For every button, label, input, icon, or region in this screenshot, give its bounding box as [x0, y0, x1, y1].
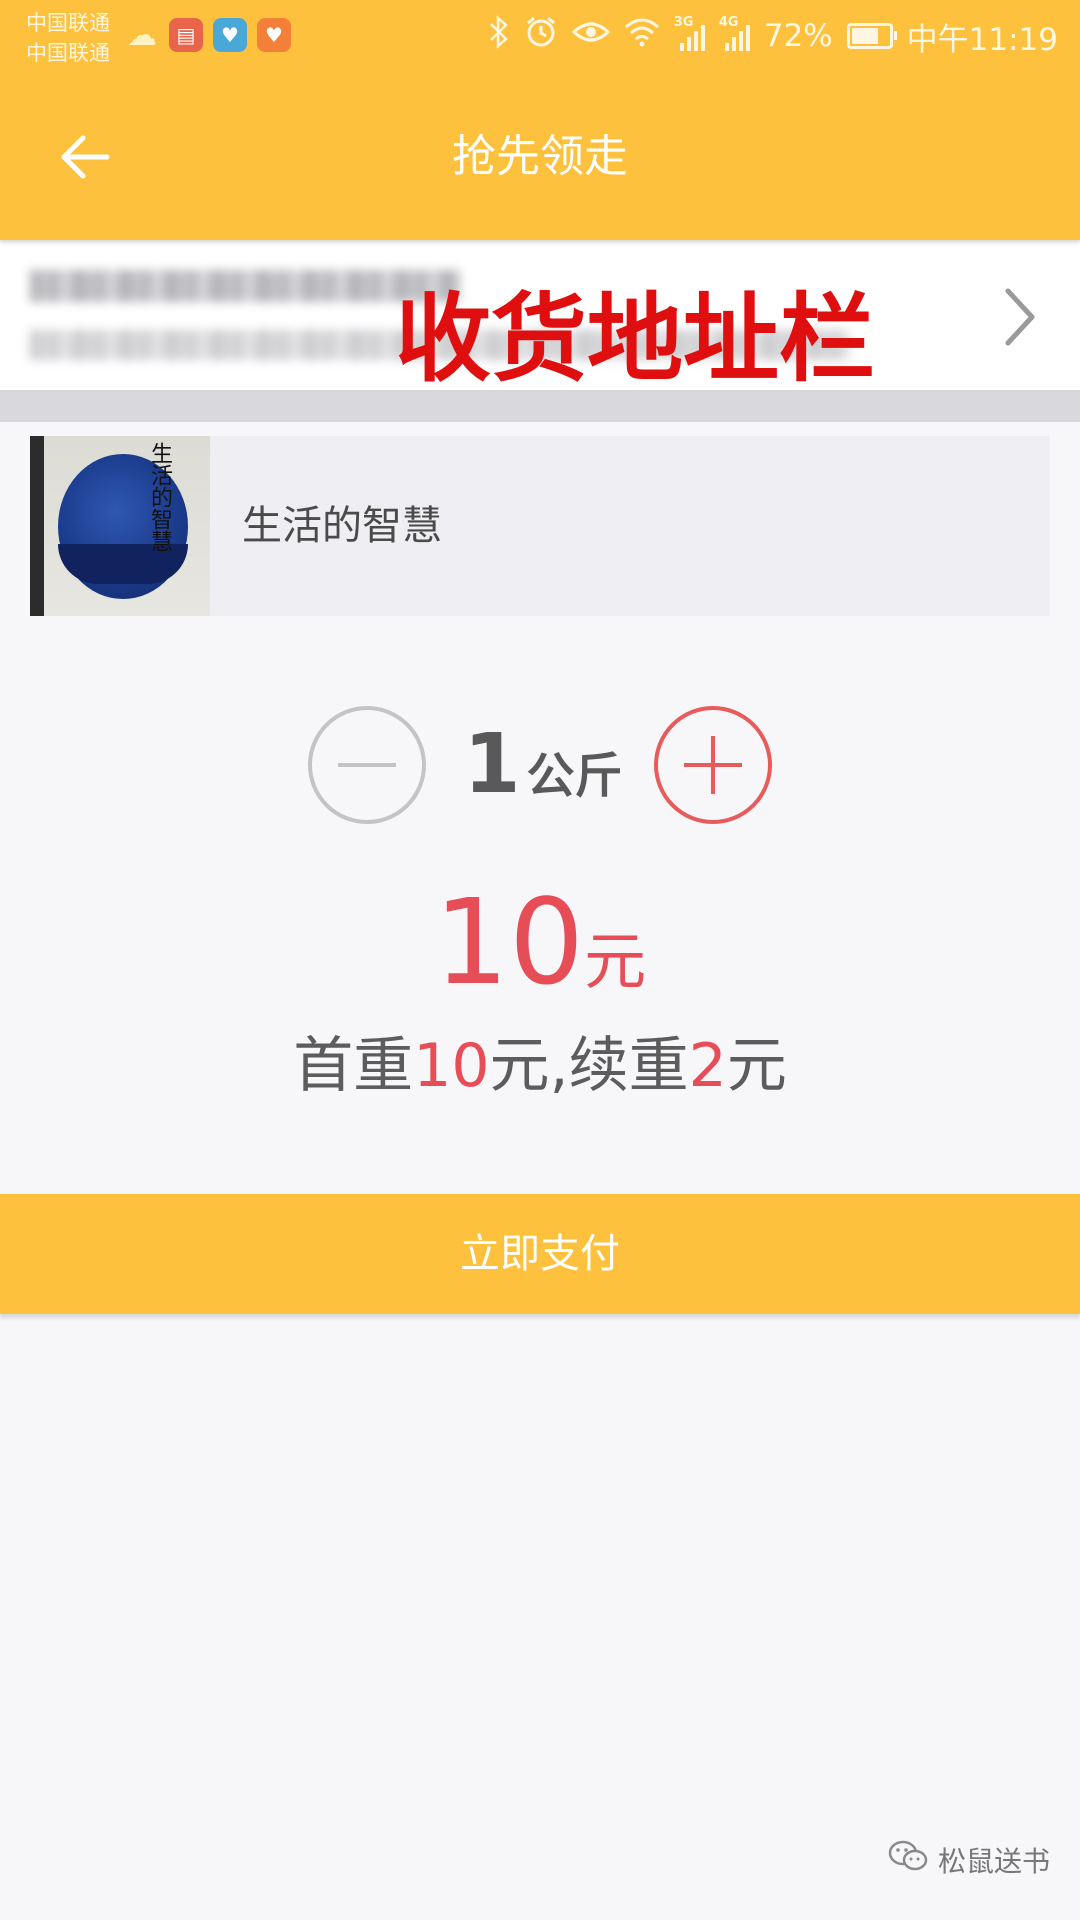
product-card: 生活的智慧 生活的智慧 — [30, 436, 1050, 616]
quantity-stepper: 1 公斤 — [308, 706, 772, 826]
wifi-icon — [624, 17, 660, 55]
signal-1-icon: 3G — [674, 15, 705, 51]
extra-weight-unit: 元 — [726, 1031, 787, 1101]
price-unit: 元 — [584, 925, 647, 998]
product-title: 生活的智慧 — [242, 503, 442, 549]
increase-button[interactable] — [654, 706, 772, 824]
book-cover-title: 生活的智慧 — [147, 442, 172, 552]
clock: 中午11:19 — [906, 21, 1058, 58]
network-type-1: 3G — [673, 15, 694, 30]
quantity-value: 1 — [463, 717, 521, 812]
wechat-icon — [888, 1839, 928, 1880]
battery-level — [851, 28, 878, 44]
total-price: 10元 — [0, 882, 1080, 1002]
carrier-2: 中国联通 — [26, 41, 110, 65]
battery-percent: 72% — [763, 18, 833, 54]
shipping-address-row[interactable]: 收货地址栏 — [0, 242, 1080, 394]
decrease-button[interactable] — [308, 706, 426, 824]
first-weight-unit: 元, — [489, 1031, 569, 1101]
reader-app-icon: ♥ — [213, 18, 247, 52]
price-value: 10 — [433, 873, 585, 1011]
title-bar: 抢先领走 — [0, 75, 1080, 240]
section-divider — [0, 390, 1080, 422]
watermark-text: 松鼠送书 — [937, 1844, 1050, 1878]
book-app-icon: ▤ — [169, 18, 203, 52]
pay-now-button[interactable]: 立即支付 — [0, 1194, 1080, 1314]
network-type-2: 4G — [718, 15, 739, 30]
first-weight-label: 首重 — [293, 1031, 414, 1101]
quantity-unit: 公斤 — [526, 748, 623, 804]
extra-weight-label: 续重 — [568, 1031, 689, 1101]
book-cover-image: 生活的智慧 — [30, 436, 210, 616]
watermark: 松鼠送书 — [888, 1839, 1050, 1880]
carrier-labels: 中国联通 中国联通 — [26, 8, 110, 68]
alarm-icon — [524, 15, 558, 57]
page-title: 抢先领走 — [452, 131, 628, 182]
minus-icon — [338, 763, 396, 767]
health-app-icon: ♥ — [257, 18, 291, 52]
signal-2-icon: 4G — [719, 15, 750, 51]
chevron-right-icon — [990, 282, 1050, 352]
notification-icons: ☁ ▤ ♥ ♥ — [125, 17, 291, 53]
bluetooth-icon — [488, 15, 510, 57]
quantity-display: 1 公斤 — [458, 720, 628, 810]
shipping-rule: 首重10元,续重2元 — [0, 1028, 1080, 1104]
eye-comfort-icon — [571, 18, 610, 54]
extra-weight-price: 2 — [688, 1031, 727, 1101]
weather-icon: ☁ — [127, 17, 157, 53]
first-weight-price: 10 — [413, 1031, 490, 1101]
carrier-1: 中国联通 — [26, 11, 110, 35]
battery-icon — [846, 23, 897, 49]
system-status: 3G 4G 72% 中午11:19 — [488, 14, 1058, 58]
address-annotation: 收货地址栏 — [395, 283, 875, 395]
status-bar: 中国联通 中国联通 ☁ ▤ ♥ ♥ 3G 4G 72% 中午11:19 — [0, 0, 1080, 75]
